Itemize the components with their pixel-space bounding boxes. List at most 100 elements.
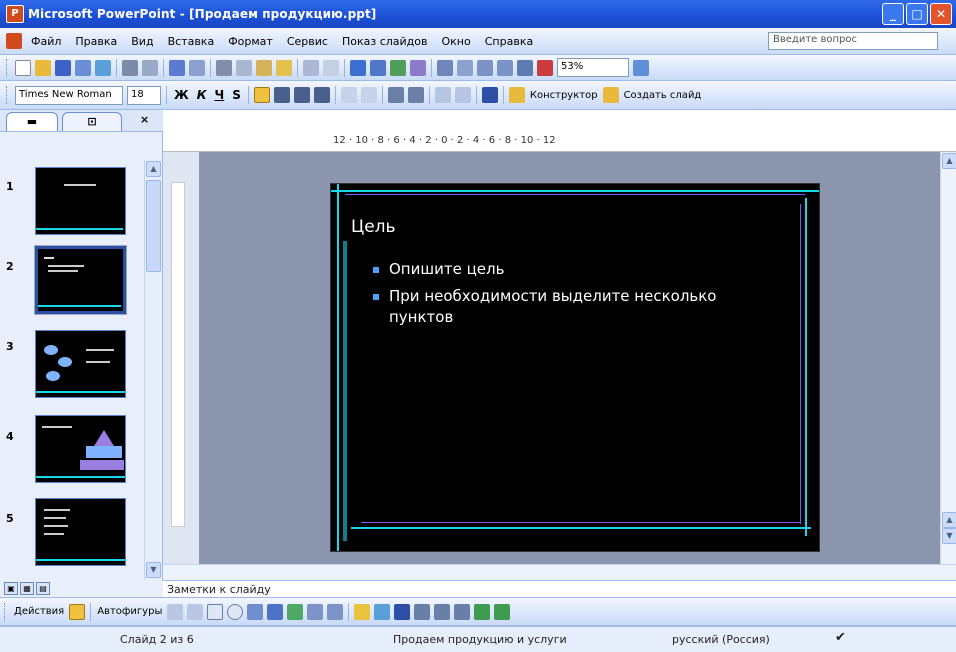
new-slide-button[interactable]: Создать слайд [621,90,705,101]
subscript-icon[interactable] [477,59,493,76]
bold-button[interactable]: Ж [170,88,193,102]
toolbar-grip[interactable] [4,602,7,621]
design-button[interactable]: Конструктор [527,90,601,101]
increase-font-icon[interactable] [387,87,404,103]
underline-button[interactable]: Ч [211,88,229,102]
email-icon[interactable] [95,59,111,76]
slideshow-view-icon[interactable]: ▤ [36,582,50,595]
next-slide-icon[interactable]: ▼ [942,528,956,544]
font-color-icon[interactable] [481,87,498,103]
slide-title[interactable]: Цель [351,217,396,237]
prev-slide-icon[interactable]: ▲ [942,512,956,528]
open-icon[interactable] [35,59,51,76]
format-painter-icon[interactable] [276,59,292,76]
minimize-button[interactable]: _ [882,3,904,25]
italic-button[interactable]: К [193,88,211,102]
menu-format[interactable]: Формат [221,35,280,48]
slide-thumbnail-1[interactable] [35,167,126,235]
textbox-icon[interactable] [247,603,264,620]
slides-scrollbar[interactable]: ▲ ▼ [144,160,162,580]
dash-style-icon[interactable] [434,603,451,620]
scroll-up-icon[interactable]: ▲ [942,153,956,169]
arrow-tool-icon[interactable] [187,603,204,620]
sorter-view-icon[interactable]: ▦ [20,582,34,595]
slide[interactable]: Цель Опишите цель При необходимости выде… [331,184,819,551]
font-select[interactable]: Times New Roman [15,85,123,105]
notes-pane[interactable]: Заметки к слайду [163,580,956,597]
pane-close-icon[interactable]: × [140,113,149,126]
preview-icon[interactable] [142,59,158,76]
save-icon[interactable] [55,59,71,76]
slide-thumbnail-4[interactable] [35,415,126,483]
help-icon[interactable] [633,59,649,76]
doc-icon[interactable] [6,33,22,49]
arrow-style-icon[interactable] [454,603,471,620]
decrease-indent-icon[interactable] [434,87,451,103]
shadow-button[interactable]: S [228,88,245,102]
slide-bullet[interactable]: При необходимости выделите несколько пун… [371,286,731,328]
menu-window[interactable]: Окно [435,35,478,48]
menu-slideshow[interactable]: Показ слайдов [335,35,435,48]
scroll-down-icon[interactable]: ▼ [146,562,161,578]
align-left-icon[interactable] [253,87,270,103]
slide-thumbnail-2[interactable] [34,245,127,315]
research-icon[interactable] [189,59,205,76]
autoshapes-button[interactable]: Автофигуры [94,606,165,617]
color-grayscale-icon[interactable] [537,59,553,76]
justify-icon[interactable] [313,87,330,103]
font-color-icon[interactable] [394,603,411,620]
maximize-button[interactable]: □ [906,3,928,25]
menu-edit[interactable]: Правка [68,35,124,48]
scroll-thumb[interactable] [146,180,161,272]
superscript-icon[interactable] [497,59,513,76]
align-right-icon[interactable] [293,87,310,103]
paste-icon[interactable] [256,59,272,76]
line-color-icon[interactable] [374,603,391,620]
cut-icon[interactable] [216,59,232,76]
window-titlebar[interactable]: P Microsoft PowerPoint - [Продаем продук… [0,0,956,28]
grid-icon[interactable] [517,59,533,76]
menu-file[interactable]: Файл [24,35,68,48]
select-objects-icon[interactable] [69,603,86,620]
undo-icon[interactable] [303,59,319,76]
line-tool-icon[interactable] [167,603,184,620]
tab-outline[interactable]: ▬ [6,112,58,131]
toolbar-grip[interactable] [6,58,9,77]
expand-all-icon[interactable] [437,59,453,76]
table-icon[interactable] [370,59,386,76]
slide-bullet-list[interactable]: Опишите цель При необходимости выделите … [371,259,731,334]
slide-thumbnail-3[interactable] [35,330,126,398]
slide-bullet[interactable]: Опишите цель [371,259,731,280]
increase-indent-icon[interactable] [454,87,471,103]
normal-view-icon[interactable]: ▣ [4,582,18,595]
editor-scrollbar[interactable]: ▲ ▲ ▼ [940,152,956,564]
spelling-icon[interactable] [169,59,185,76]
align-center-icon[interactable] [273,87,290,103]
print-icon[interactable] [122,59,138,76]
tab-slides[interactable]: ⊡ [62,112,122,131]
zoom-select[interactable]: 53% [557,58,629,77]
help-question-input[interactable]: Введите вопрос [768,32,938,50]
shadow-style-icon[interactable] [474,603,491,620]
line-style-icon[interactable] [414,603,431,620]
clipart-icon[interactable] [307,603,324,620]
menu-tools[interactable]: Сервис [280,35,335,48]
slide-thumbnail-5[interactable] [35,498,126,566]
chart-icon[interactable] [350,59,366,76]
fill-color-icon[interactable] [354,603,371,620]
menu-view[interactable]: Вид [124,35,160,48]
scroll-up-icon[interactable]: ▲ [146,161,161,177]
font-size-select[interactable]: 18 [127,85,161,105]
rectangle-tool-icon[interactable] [207,603,224,620]
new-icon[interactable] [15,59,31,76]
show-formatting-icon[interactable] [457,59,473,76]
bullets-icon[interactable] [360,87,377,103]
redo-icon[interactable] [323,59,339,76]
numbering-icon[interactable] [340,87,357,103]
picture-icon[interactable] [327,603,344,620]
copy-icon[interactable] [236,59,252,76]
menu-help[interactable]: Справка [478,35,540,48]
editor-hscrollbar[interactable] [163,564,956,580]
hyperlink-icon[interactable] [410,59,426,76]
toolbar-grip[interactable] [6,86,9,104]
